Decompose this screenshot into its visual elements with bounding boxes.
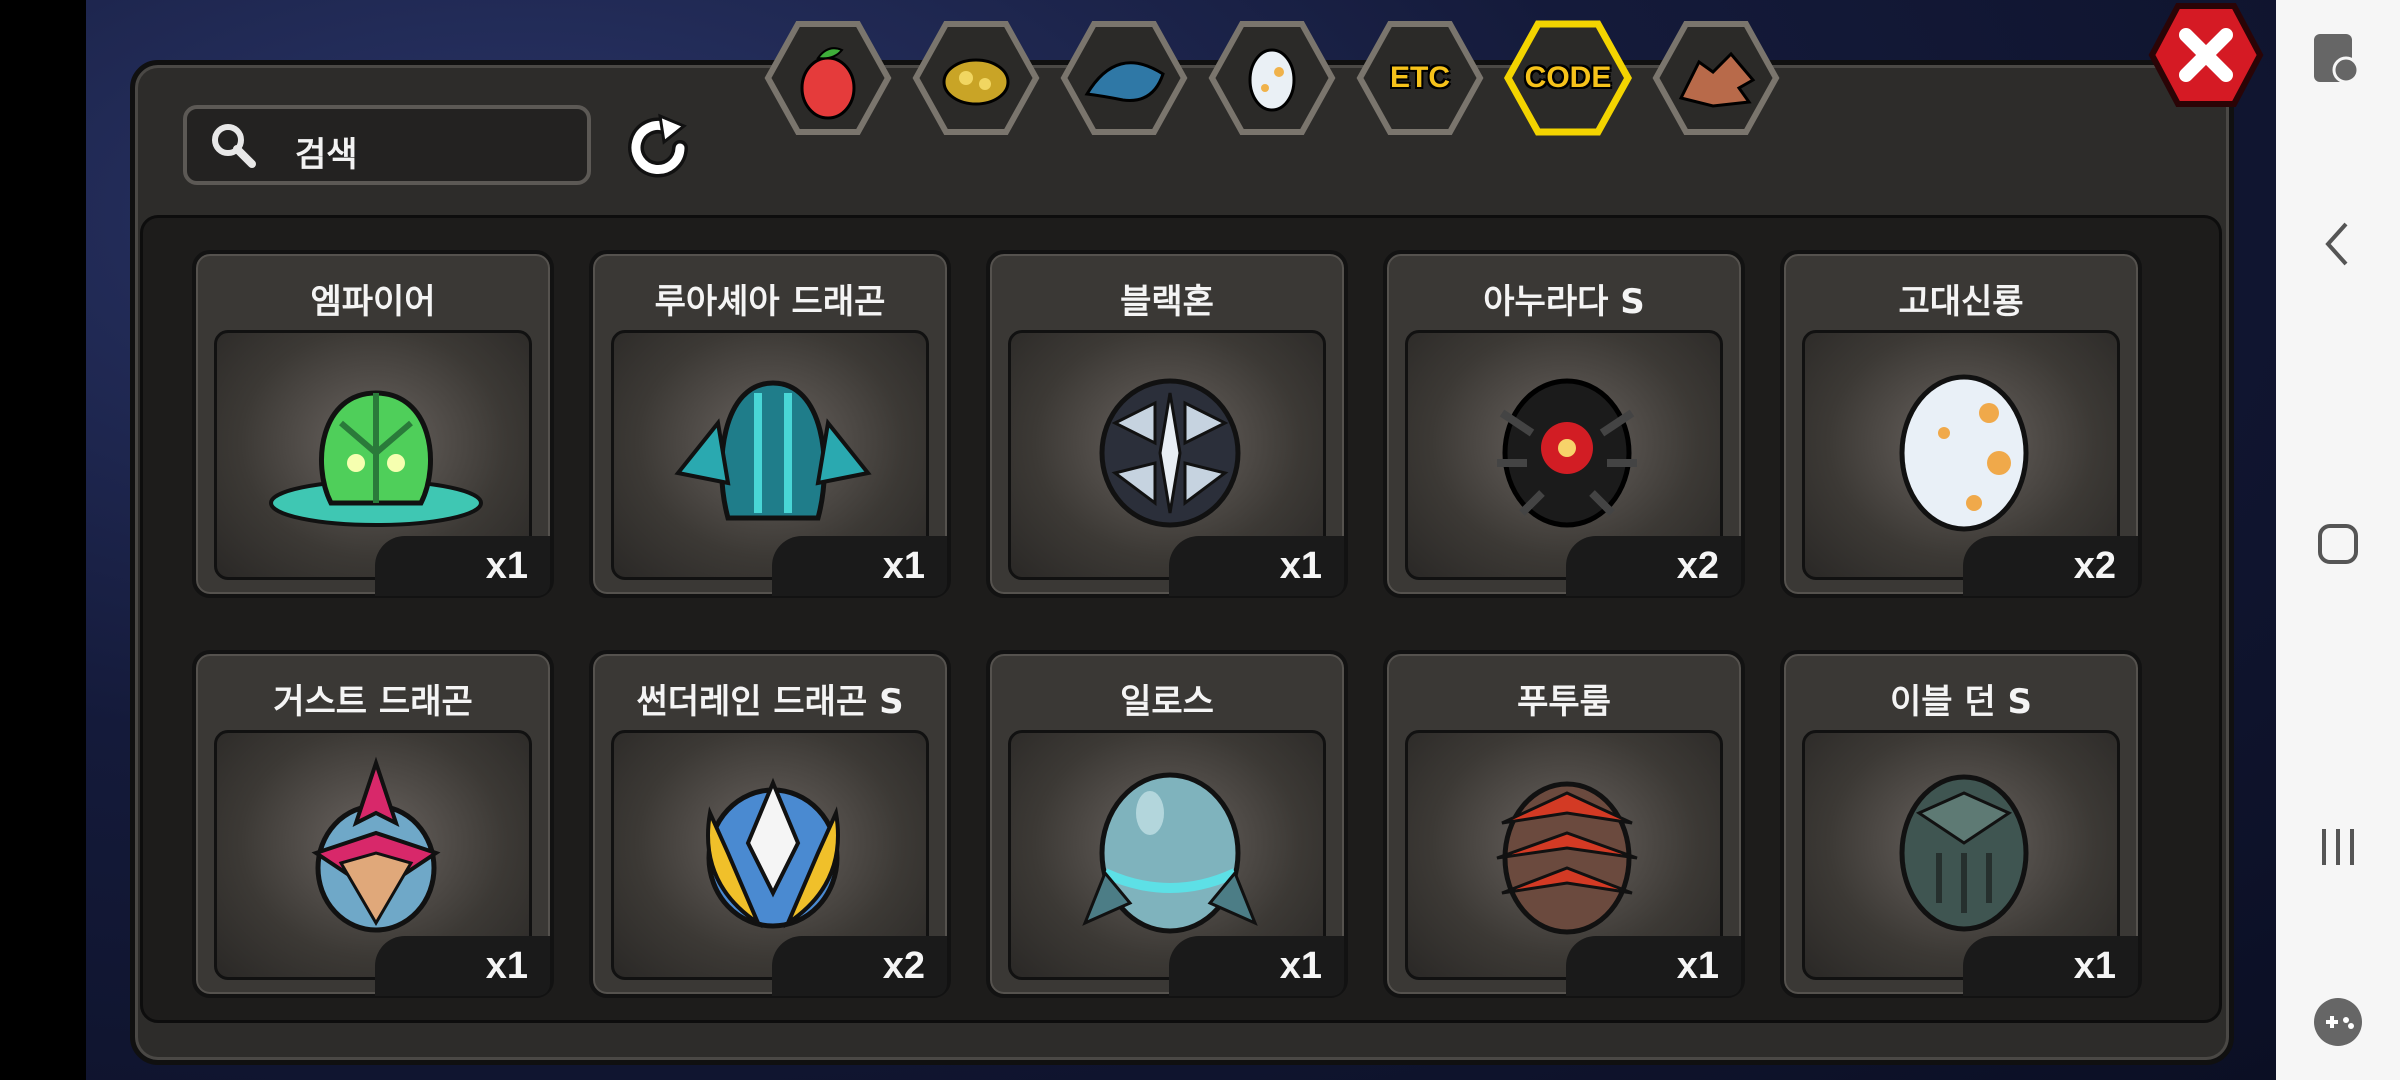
item-count: x2	[1566, 536, 1741, 596]
item-card[interactable]: 일로스 x1	[986, 650, 1348, 998]
item-name: 썬더레인 드래곤 S	[636, 682, 904, 722]
red-pagoda-egg-icon	[1496, 781, 1638, 935]
left-black-bar	[0, 0, 86, 1080]
tab-dragon[interactable]	[1651, 18, 1781, 138]
item-count: x1	[1566, 936, 1741, 996]
item-name: 일로스	[1120, 682, 1214, 722]
black-red-egg-icon	[1497, 378, 1637, 528]
item-card[interactable]: 블랙혼 x1	[986, 250, 1348, 598]
item-count: x1	[375, 936, 550, 996]
tab-code[interactable]: CODE	[1503, 18, 1633, 138]
gold-ore-icon	[942, 58, 1010, 106]
item-name: 거스트 드래곤	[273, 682, 473, 722]
item-card[interactable]: 루아셰아 드래곤 x1	[589, 250, 951, 598]
silver-armored-egg-icon	[1099, 378, 1241, 528]
item-count: x1	[772, 536, 947, 596]
crimson-crest-egg-icon	[311, 756, 441, 933]
touch-block-icon[interactable]	[2306, 28, 2370, 92]
search-icon	[212, 124, 256, 168]
item-count: x1	[1963, 936, 2138, 996]
item-card[interactable]: 푸투룸 x1	[1383, 650, 1745, 998]
teal-finned-egg-icon	[674, 380, 872, 521]
item-name: 엠파이어	[310, 282, 436, 322]
green-crystal-egg-icon	[269, 390, 483, 527]
game-screen: 검색 ETC CODE 엠파이어 x1 루아셰아 드래곤 x1 블랙혼 x1 아…	[0, 0, 2400, 1080]
close-button[interactable]	[2148, 2, 2264, 108]
aqua-ring-egg-icon	[1082, 772, 1258, 934]
tab-scale[interactable]	[1059, 18, 1189, 138]
item-name: 푸투룸	[1517, 682, 1611, 722]
egg-icon	[1248, 48, 1296, 112]
item-card[interactable]: 엠파이어 x1	[192, 250, 554, 598]
item-count: x1	[375, 536, 550, 596]
dark-green-egg-icon	[1899, 774, 2029, 932]
item-count: x2	[1963, 536, 2138, 596]
search-placeholder: 검색	[295, 135, 358, 175]
tab-gold[interactable]	[911, 18, 1041, 138]
item-name: 고대신룡	[1898, 282, 2024, 322]
tab-egg[interactable]	[1207, 18, 1337, 138]
tab-etc[interactable]: ETC	[1355, 18, 1485, 138]
item-count: x1	[1169, 536, 1344, 596]
tab-etc-label: ETC	[1390, 61, 1450, 94]
back-icon[interactable]	[2306, 212, 2370, 276]
item-card[interactable]: 거스트 드래곤 x1	[192, 650, 554, 998]
item-count: x2	[772, 936, 947, 996]
home-icon[interactable]	[2306, 512, 2370, 576]
system-navigation-bar	[2276, 0, 2400, 1080]
game-tools-icon[interactable]	[2306, 990, 2370, 1054]
item-card[interactable]: 이블 던 S x1	[1780, 650, 2142, 998]
tab-code-label: CODE	[1524, 61, 1612, 94]
item-card[interactable]: 아누라다 S x2	[1383, 250, 1745, 598]
item-name: 블랙혼	[1120, 282, 1214, 322]
item-card[interactable]: 썬더레인 드래곤 S x2	[589, 650, 951, 998]
item-name: 루아셰아 드래곤	[654, 282, 886, 322]
item-name: 이블 던 S	[1889, 682, 2032, 722]
refresh-icon[interactable]	[622, 112, 694, 184]
item-name: 아누라다 S	[1483, 282, 1645, 322]
tab-fruit[interactable]	[763, 18, 893, 138]
search-input[interactable]: 검색	[183, 105, 591, 185]
golden-wing-egg-icon	[706, 777, 840, 929]
item-count: x1	[1169, 936, 1344, 996]
white-spotted-egg-icon	[1899, 374, 2029, 532]
recent-apps-icon[interactable]	[2306, 815, 2370, 879]
item-card[interactable]: 고대신룡 x2	[1780, 250, 2142, 598]
